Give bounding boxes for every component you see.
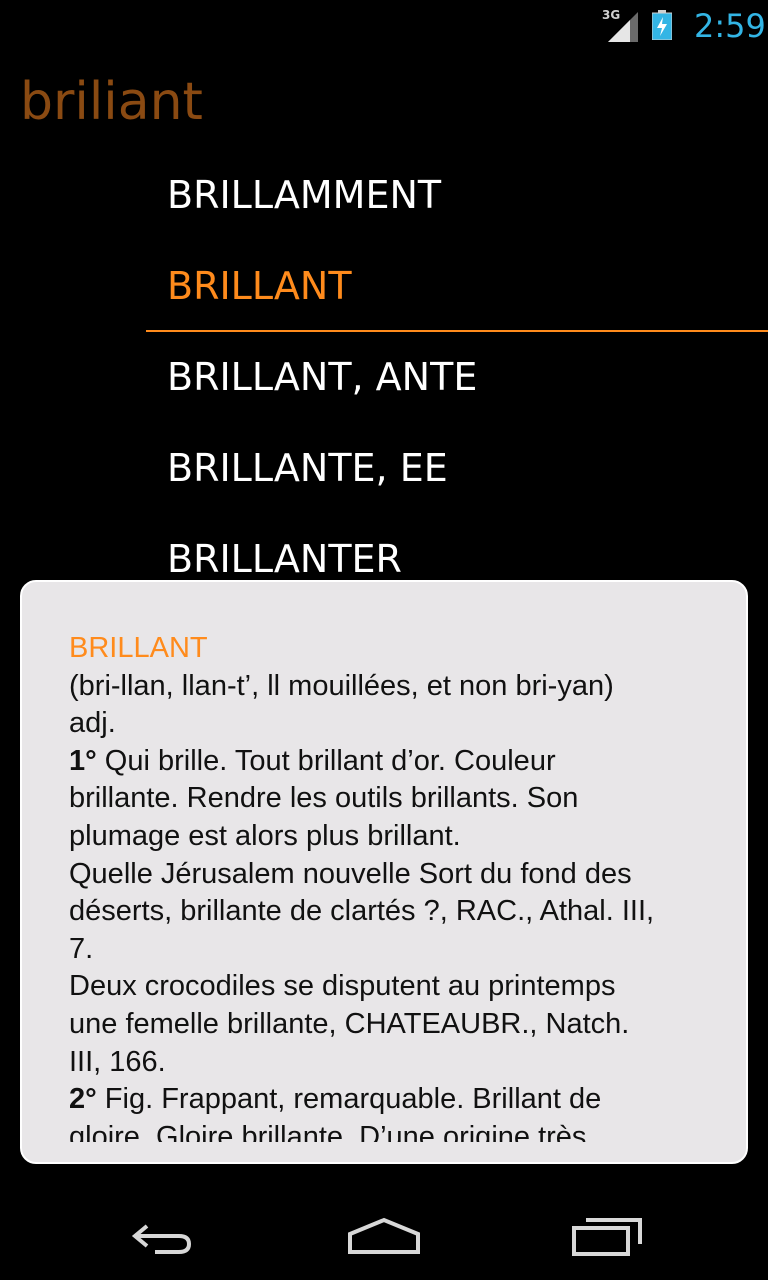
clock: 2:59 bbox=[694, 7, 766, 45]
back-button[interactable] bbox=[112, 1206, 208, 1266]
definition-text-line: brillante. Rendre les outils brillants. … bbox=[69, 782, 579, 815]
definition-text-line: gloire. Gloire brillante. D’une origine … bbox=[69, 1120, 587, 1142]
quote-line: déserts, brillante de clartés ?, RAC., A… bbox=[69, 895, 655, 928]
signal-icon bbox=[608, 12, 638, 42]
home-icon bbox=[348, 1217, 420, 1254]
back-icon bbox=[131, 1224, 192, 1254]
recent-apps-icon bbox=[572, 1218, 642, 1256]
sense-1-text: Qui brille. Tout brillant d’or. Couleur bbox=[104, 744, 556, 777]
quote-line: Deux crocodiles se disputent au printemp… bbox=[69, 970, 616, 1003]
definition-headword: BRILLANT bbox=[69, 632, 208, 664]
definition-sense-2: 2° Fig. Frappant, remarquable. Brillant … bbox=[69, 1081, 709, 1119]
word-list-item[interactable]: BRILLANT, ANTE bbox=[146, 332, 768, 423]
search-term[interactable]: briliant bbox=[20, 70, 203, 134]
quote-line: une femelle brillante, CHATEAUBR., Natch… bbox=[69, 1007, 630, 1040]
definition-body[interactable]: BRILLANT (bri-llan, llan-t’, ll mouillée… bbox=[69, 630, 709, 1142]
quote-line: III, 166. bbox=[69, 1045, 166, 1078]
sense-1-number: 1° bbox=[69, 744, 97, 777]
definition-text-line: plumage est alors plus brillant. bbox=[69, 819, 461, 852]
navigation-bar bbox=[0, 1188, 768, 1280]
word-list-item[interactable]: BRILLANTE, EE bbox=[146, 423, 768, 514]
status-bar: 3G 2:59 bbox=[0, 0, 768, 50]
sense-2-number: 2° bbox=[69, 1083, 97, 1116]
definition-panel[interactable]: BRILLANT (bri-llan, llan-t’, ll mouillée… bbox=[20, 580, 748, 1164]
quote-line: Quelle Jérusalem nouvelle Sort du fond d… bbox=[69, 857, 632, 890]
definition-pronunciation: (bri-llan, llan-t’, ll mouillées, et non… bbox=[69, 669, 614, 702]
definition-part-of-speech: adj. bbox=[69, 707, 116, 740]
word-list-item-selected[interactable]: BRILLANT bbox=[146, 241, 768, 332]
sense-2-text: Fig. Frappant, remarquable. Brillant de bbox=[104, 1083, 602, 1116]
quote-line: 7. bbox=[69, 932, 94, 965]
definition-sense-1: 1° Qui brille. Tout brillant d’or. Coule… bbox=[69, 743, 709, 781]
recent-apps-button[interactable] bbox=[560, 1206, 656, 1266]
battery-charging-icon bbox=[652, 10, 672, 40]
word-list: BRILLAMMENT BRILLANT BRILLANT, ANTE BRIL… bbox=[146, 150, 768, 605]
home-button[interactable] bbox=[336, 1206, 432, 1266]
word-list-item[interactable]: BRILLAMMENT bbox=[146, 150, 768, 241]
